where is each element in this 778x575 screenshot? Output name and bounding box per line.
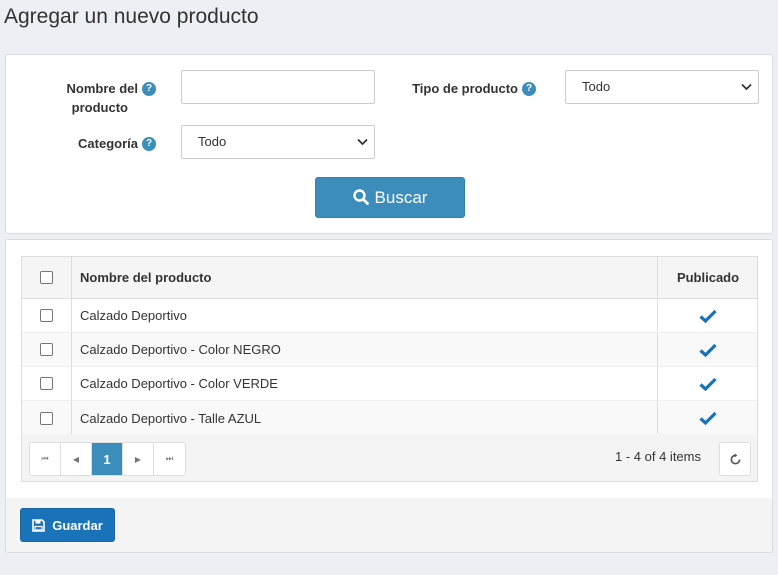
table-row[interactable]: Calzado Deportivo - Talle AZUL — [22, 401, 757, 435]
select-all-checkbox[interactable] — [40, 271, 53, 284]
table-row[interactable]: Calzado Deportivo - Color NEGRO — [22, 333, 757, 367]
prev-page-icon: ◀ — [72, 454, 80, 464]
product-name-label: Nombre del? producto — [46, 79, 156, 117]
category-select[interactable]: Todo — [181, 125, 375, 159]
product-type-label: Tipo de producto? — [386, 79, 536, 98]
pager-info: 1 - 4 of 4 items — [615, 449, 701, 464]
grid-pager: ⏮ ◀ 1 ▶ ⏭ 1 - 4 of 4 items — [21, 434, 758, 482]
check-icon — [699, 411, 717, 425]
product-name-cell: Calzado Deportivo — [72, 299, 658, 332]
pager-next-button[interactable]: ▶ — [123, 443, 154, 475]
chevron-down-icon — [357, 138, 368, 146]
row-checkbox[interactable] — [40, 411, 53, 425]
pager-page-1[interactable]: 1 — [92, 443, 123, 475]
first-page-icon: ⏮ — [41, 454, 49, 463]
search-button[interactable]: Buscar — [315, 177, 465, 218]
pager-buttons: ⏮ ◀ 1 ▶ ⏭ — [29, 442, 186, 476]
check-icon — [699, 309, 717, 323]
search-icon — [352, 188, 369, 205]
last-page-icon: ⏭ — [165, 454, 174, 463]
help-icon[interactable]: ? — [142, 136, 156, 151]
save-icon — [32, 518, 46, 532]
column-header-name[interactable]: Nombre del producto — [72, 257, 658, 298]
table-row[interactable]: Calzado Deportivo - Color VERDE — [22, 367, 757, 401]
product-name-cell: Calzado Deportivo - Talle AZUL — [72, 401, 658, 435]
product-name-input[interactable] — [181, 70, 375, 104]
table-header: Nombre del producto Publicado — [22, 257, 757, 299]
row-checkbox[interactable] — [40, 377, 53, 390]
save-button[interactable]: Guardar — [20, 508, 115, 542]
product-name-cell: Calzado Deportivo - Color VERDE — [72, 367, 658, 400]
products-panel: Nombre del producto Publicado Calzado De… — [5, 239, 773, 553]
column-header-published[interactable]: Publicado — [658, 257, 758, 298]
grid-area: Nombre del producto Publicado Calzado De… — [6, 240, 772, 498]
pager-last-button[interactable]: ⏭ — [154, 443, 185, 475]
refresh-button[interactable] — [719, 442, 751, 476]
row-checkbox[interactable] — [40, 343, 53, 356]
pager-prev-button[interactable]: ◀ — [61, 443, 92, 475]
row-checkbox[interactable] — [40, 309, 53, 322]
check-icon — [699, 377, 717, 391]
table-row[interactable]: Calzado Deportivo — [22, 299, 757, 333]
help-icon[interactable]: ? — [522, 81, 536, 96]
page-title: Agregar un nuevo producto — [4, 5, 259, 28]
product-name-cell: Calzado Deportivo - Color NEGRO — [72, 333, 658, 366]
products-table: Nombre del producto Publicado Calzado De… — [21, 256, 758, 436]
product-type-select[interactable]: Todo — [565, 70, 759, 104]
search-panel: Nombre del? producto Tipo de producto? T… — [5, 54, 773, 234]
refresh-icon — [730, 452, 741, 464]
check-icon — [699, 343, 717, 357]
chevron-down-icon — [741, 83, 752, 91]
help-icon[interactable]: ? — [142, 81, 156, 96]
category-label: Categoría? — [46, 134, 156, 153]
next-page-icon: ▶ — [134, 454, 142, 464]
pager-first-button[interactable]: ⏮ — [30, 443, 61, 475]
